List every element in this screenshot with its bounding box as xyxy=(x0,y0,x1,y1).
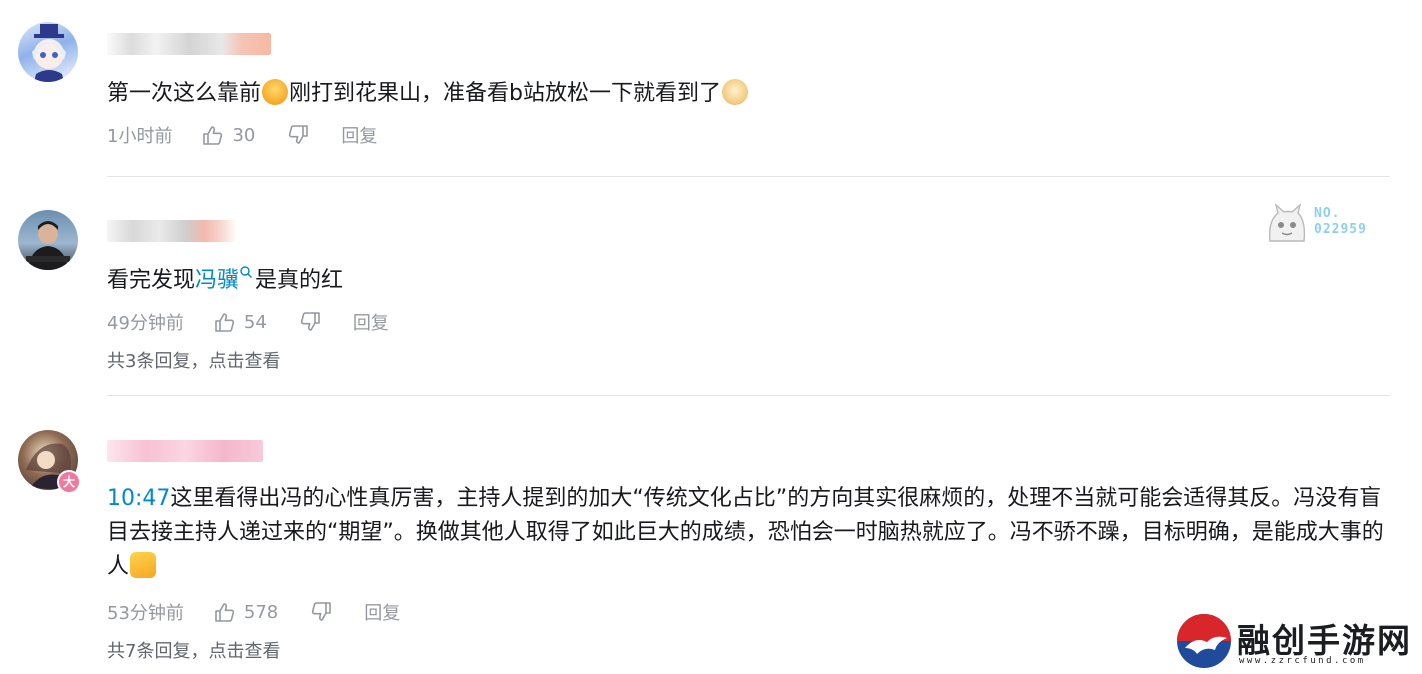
username-blurred[interactable] xyxy=(107,440,263,462)
dislike-button[interactable] xyxy=(287,124,309,146)
like-icon xyxy=(215,603,235,622)
comment-time: 1小时前 xyxy=(107,126,173,147)
like-icon xyxy=(203,126,223,145)
avatar-person-icon xyxy=(26,221,70,270)
comment-text: 第一次这么靠前 刚打到花果山，准备看b站放松一下就看到了 xyxy=(107,77,1397,111)
doge-emoji xyxy=(721,79,748,105)
comment-text-part: 看完发现 xyxy=(107,268,196,293)
like-count: 578 xyxy=(243,601,279,623)
comment-meta: 49分钟前 54 回复 xyxy=(107,309,389,335)
like-count: 54 xyxy=(243,311,267,333)
watermark-name: 融创手游网 xyxy=(1237,621,1412,660)
fan-badge-no-label: NO. xyxy=(1314,206,1341,221)
comment-divider xyxy=(107,395,1390,396)
like-count: 30 xyxy=(232,124,256,146)
search-icon[interactable] xyxy=(239,265,253,279)
comment-time: 49分钟前 xyxy=(107,313,184,334)
comment-time: 53分钟前 xyxy=(107,603,184,624)
like-button[interactable]: 30 xyxy=(202,124,255,146)
like-button[interactable]: 54 xyxy=(214,311,267,333)
like-icon xyxy=(215,313,235,332)
thumbs-up-emoji xyxy=(130,552,157,578)
username-blurred[interactable] xyxy=(107,220,237,242)
shocked-emoji xyxy=(262,79,289,105)
comment-text: 10:47这里看得出冯的心性真厉害，主持人提到的加大“传统文化占比”的方向其实很… xyxy=(107,482,1397,584)
video-timestamp-link[interactable]: 10:47 xyxy=(107,486,170,511)
comment-text: 看完发现冯骥 是真的红 xyxy=(107,264,1397,298)
comment-text-part: 是真的红 xyxy=(255,268,344,293)
view-replies-link[interactable]: 共3条回复，点击查看 xyxy=(107,347,280,373)
dislike-icon xyxy=(300,312,320,331)
reply-button[interactable]: 回复 xyxy=(341,122,377,148)
keyword-link[interactable]: 冯骥 xyxy=(195,268,239,293)
like-button[interactable]: 578 xyxy=(214,601,278,623)
view-replies-link[interactable]: 共7条回复，点击查看 xyxy=(107,637,280,663)
dislike-button[interactable] xyxy=(299,311,321,333)
comment-divider xyxy=(107,176,1390,177)
comment-text-part: 第一次这么靠前 xyxy=(107,81,262,106)
reply-button[interactable]: 回复 xyxy=(353,309,389,335)
fan-badge-number: NO. 022959 xyxy=(1314,206,1367,238)
level-badge: 大 xyxy=(57,470,81,494)
dislike-icon xyxy=(289,125,309,144)
comment-text-part: 这里看得出冯的心性真厉害，主持人提到的加大“传统文化占比”的方向其实很麻烦的，处… xyxy=(107,486,1384,579)
comment-meta: 53分钟前 578 回复 xyxy=(107,599,400,625)
username-blurred[interactable] xyxy=(107,33,271,55)
watermark-logo: 融创手游网 www.zzrcfund.com xyxy=(1175,612,1415,672)
avatar-anime-icon xyxy=(32,24,66,82)
dislike-button[interactable] xyxy=(310,601,332,623)
fan-badge-no-value: 022959 xyxy=(1314,222,1367,237)
dislike-icon xyxy=(312,602,332,621)
comment-text-part: 刚打到花果山，准备看b站放松一下就看到了 xyxy=(289,81,721,106)
watermark-url: www.zzrcfund.com xyxy=(1239,656,1366,666)
avatar[interactable] xyxy=(18,22,78,82)
fan-badge-icon xyxy=(1268,203,1306,242)
comment-meta: 1小时前 30 回复 xyxy=(107,122,377,148)
avatar[interactable] xyxy=(18,210,78,270)
reply-button[interactable]: 回复 xyxy=(364,599,400,625)
fan-badge[interactable]: NO. 022959 xyxy=(1264,203,1384,243)
logo-emblem-icon xyxy=(1177,614,1231,668)
